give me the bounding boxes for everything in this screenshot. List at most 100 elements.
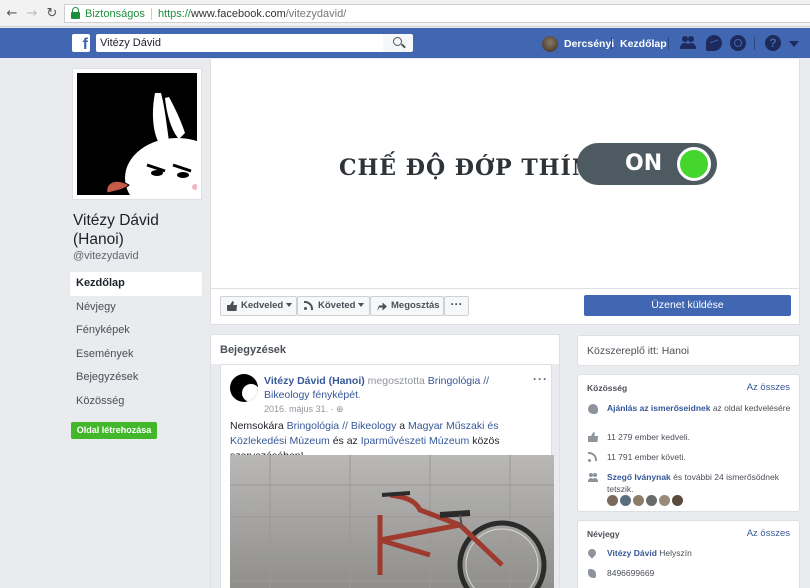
omnibox-separator (150, 7, 152, 20)
likes-count: 11 279 ember kedveli. (607, 432, 691, 442)
secure-label: Biztonságos (85, 7, 145, 20)
user-avatar[interactable] (542, 36, 558, 52)
home-link[interactable]: Kezdőlap (620, 38, 667, 50)
location-pin-icon (586, 547, 598, 559)
bunny-illustration (106, 93, 197, 195)
friend-avatar[interactable] (620, 495, 631, 506)
post-author-link[interactable]: Vitézy Dávid (Hanoi) (264, 375, 365, 387)
community-see-all-link[interactable]: Az összes (747, 382, 790, 393)
follows-rss-icon (588, 452, 598, 462)
follow-button-label: Követed (318, 300, 356, 311)
post-photo[interactable] (230, 455, 554, 588)
forward-arrow-icon[interactable]: → (22, 6, 42, 21)
post-tag-bikeology[interactable]: Bringológia // Bikeology (287, 420, 397, 432)
friend-avatar[interactable] (659, 495, 670, 506)
share-arrow-icon (377, 302, 387, 311)
post-text-prefix: Nemsokára (230, 420, 287, 432)
create-page-button[interactable]: Oldal létrehozása (71, 422, 157, 439)
post-card: Vitézy Dávid (Hanoi) megosztotta Bringol… (220, 364, 554, 588)
bicycle-photo (230, 455, 554, 588)
follow-button[interactable]: Követed (297, 296, 370, 316)
page-handle[interactable]: @vitezydavid (73, 250, 139, 262)
post-shared-text: megosztotta (364, 375, 428, 387)
page-title: Vitézy Dávid (Hanoi) (73, 212, 159, 248)
url-scheme: https:// (157, 7, 191, 20)
lock-icon (71, 6, 80, 19)
left-nav-item-community[interactable]: Közösség (70, 390, 202, 414)
friend-avatar[interactable] (607, 495, 618, 506)
left-nav-item-about[interactable]: Névjegy (70, 296, 202, 320)
about-title: Névjegy (587, 529, 620, 539)
post-shared-photo-link[interactable]: fényképét (310, 389, 358, 401)
cover-photo[interactable]: CHẾ ĐỘ ĐỚP THÍNH ON (210, 59, 800, 289)
like-thumb-icon (227, 301, 237, 311)
account-menu-caret-icon[interactable] (789, 41, 799, 47)
reload-icon[interactable]: ↻ (42, 6, 62, 21)
post-date[interactable]: 2016. május 31. · ⊕ (264, 404, 344, 415)
community-box: Közösség Az összes Ajánlás az ismerőseid… (577, 374, 800, 512)
friend-avatar[interactable] (646, 495, 657, 506)
share-button-label: Megosztás (391, 300, 440, 311)
url-host: www.facebook.com (190, 7, 286, 20)
post-tag-museum-applied-arts[interactable]: Iparművészeti Múzeum (361, 435, 470, 447)
friend-requests-icon[interactable] (680, 35, 696, 51)
facebook-logo-icon[interactable]: f (72, 34, 90, 52)
like-button[interactable]: Kedveled (220, 296, 297, 316)
share-button[interactable]: Megosztás (370, 296, 444, 316)
follows-count: 11 791 ember követi. (607, 452, 686, 462)
post-options-icon[interactable]: ··· (533, 372, 548, 386)
more-options-button[interactable]: ··· (444, 296, 469, 316)
friends-like-row: Szegő Iványnak és további 24 ismerősödne… (607, 471, 792, 495)
send-message-button[interactable]: Üzenet küldése (584, 295, 791, 316)
topbar-divider (668, 37, 669, 50)
posts-section-title: Bejegyzések (210, 334, 560, 365)
messenger-icon[interactable] (706, 35, 722, 51)
public-figure-box: Közszereplő itt: Hanoi (577, 335, 800, 366)
post-text-mid1: a (396, 420, 409, 432)
like-caret-icon (286, 303, 293, 308)
location-row: Vitézy Dávid Helyszín (607, 547, 792, 559)
about-see-all-link[interactable]: Az összes (747, 528, 790, 539)
friend-name-link[interactable]: Szegő Iványnak (607, 472, 671, 482)
notifications-globe-icon[interactable] (730, 35, 746, 51)
page-action-bar: Kedveled Követed Megosztás ··· Üzenet kü… (210, 289, 800, 325)
left-nav-item-events[interactable]: Események (70, 343, 202, 367)
search-icon[interactable] (383, 34, 413, 52)
profile-picture[interactable] (72, 68, 202, 200)
left-nav-item-photos[interactable]: Fényképek (70, 319, 202, 343)
left-nav-item-home[interactable]: Kezdőlap (70, 272, 202, 296)
invite-wave-icon (588, 404, 598, 414)
friend-avatar[interactable] (672, 495, 683, 506)
phone-icon (588, 569, 596, 578)
invite-friends-text: az oldal kedvelésére (710, 403, 791, 413)
user-name-link[interactable]: Dercsényi (564, 38, 614, 50)
likes-thumb-icon (588, 432, 598, 442)
topbar-divider (611, 37, 612, 50)
friend-faces (607, 495, 683, 506)
location-link[interactable]: Vitézy Dávid (607, 548, 657, 558)
help-icon[interactable]: ? (765, 35, 781, 51)
invite-friends-link[interactable]: Ajánlás az ismerőseidnek (607, 403, 710, 413)
posts-feed: Vitézy Dávid (Hanoi) megosztotta Bringol… (210, 364, 560, 588)
browser-toolbar: ← → ↻ Biztonságos https://www.facebook.c… (0, 0, 810, 27)
friend-avatar[interactable] (633, 495, 644, 506)
toggle-knob (677, 147, 711, 181)
post-header-end: . (357, 389, 361, 401)
page-left-nav: Kezdőlap Névjegy Fényképek Események Bej… (70, 272, 202, 413)
search-input[interactable]: Vitézy Dávid (96, 34, 383, 52)
toggle-on-label: ON (625, 151, 663, 176)
post-author-avatar[interactable] (230, 374, 258, 402)
about-box: Névjegy Az összes Vitézy Dávid Helyszín … (577, 520, 800, 588)
post-header: Vitézy Dávid (Hanoi) megosztotta Bringol… (264, 374, 534, 402)
location-text: Helyszín (656, 548, 692, 558)
address-bar[interactable]: Biztonságos https://www.facebook.com/vit… (64, 4, 810, 23)
cover-text: CHẾ ĐỘ ĐỚP THÍNH (339, 155, 615, 181)
topbar-divider (754, 37, 755, 50)
profile-picture-image (77, 73, 197, 195)
follow-caret-icon (358, 303, 365, 308)
back-arrow-icon[interactable]: ← (2, 6, 22, 21)
community-title: Közösség (587, 383, 628, 393)
like-button-label: Kedveled (241, 300, 284, 311)
left-nav-item-posts[interactable]: Bejegyzések (70, 366, 202, 390)
url-path: /vitezydavid/ (285, 7, 347, 20)
